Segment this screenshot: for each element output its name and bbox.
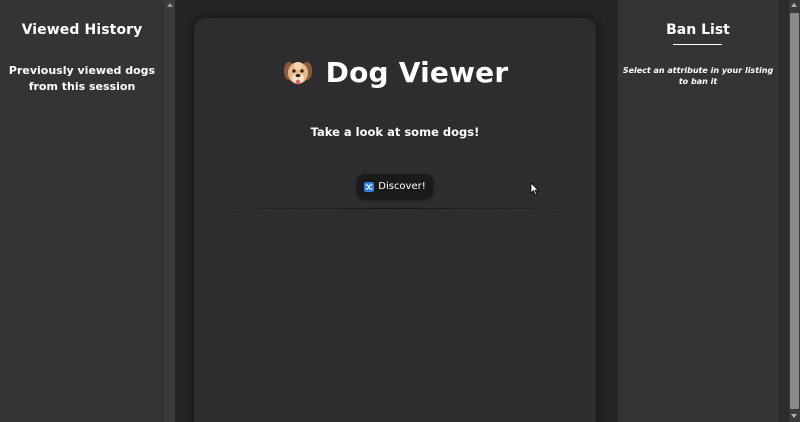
shuffle-icon bbox=[364, 181, 375, 192]
scroll-down-arrow-icon[interactable] bbox=[791, 414, 797, 418]
tagline: Take a look at some dogs! bbox=[310, 125, 480, 139]
discover-button[interactable]: Discover! bbox=[357, 174, 433, 199]
ban-list-hint: Select an attribute in your listing to b… bbox=[622, 66, 774, 86]
divider bbox=[208, 208, 582, 209]
scroll-up-arrow-icon[interactable] bbox=[167, 3, 173, 7]
ban-list-sidebar: Ban List Select an attribute in your lis… bbox=[618, 0, 778, 422]
ban-list-title: Ban List bbox=[666, 22, 730, 38]
app-root: Viewed History Previously viewed dogs fr… bbox=[0, 0, 800, 422]
left-scrollbar[interactable] bbox=[164, 0, 175, 422]
dog-viewer-card: Dog Viewer Take a look at some dogs! Dis… bbox=[194, 18, 596, 422]
viewed-history-subtitle: Previously viewed dogs from this session bbox=[8, 64, 156, 93]
right-scrollbar[interactable] bbox=[778, 0, 800, 422]
dog-face-icon bbox=[282, 57, 314, 89]
viewed-history-title: Viewed History bbox=[21, 22, 143, 38]
scrollbar-thumb[interactable] bbox=[790, 13, 799, 409]
ban-list-title-underline bbox=[673, 44, 722, 45]
viewed-history-sidebar: Viewed History Previously viewed dogs fr… bbox=[0, 0, 164, 422]
title-row: Dog Viewer bbox=[194, 56, 596, 89]
scroll-up-arrow-icon[interactable] bbox=[791, 3, 797, 7]
mouse-pointer-icon bbox=[530, 182, 540, 196]
discover-button-label: Discover! bbox=[378, 181, 426, 192]
page-title: Dog Viewer bbox=[325, 56, 509, 89]
